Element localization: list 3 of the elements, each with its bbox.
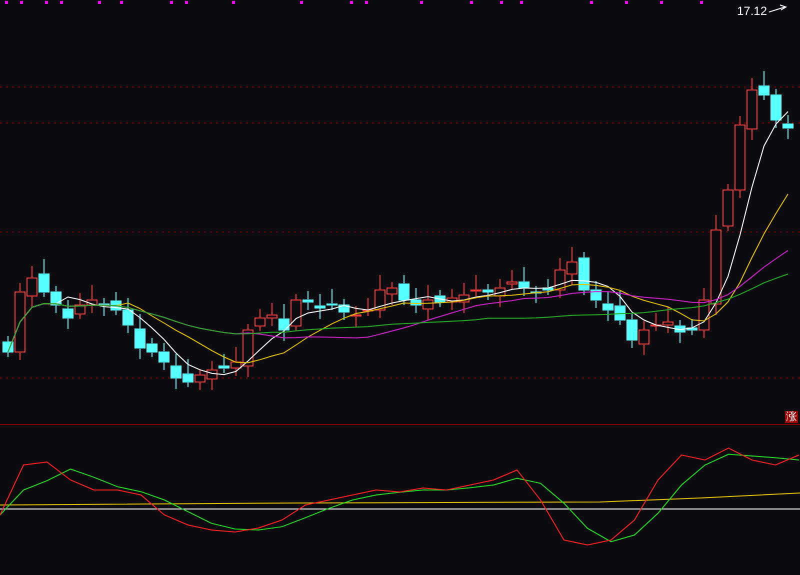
rise-badge: 涨 <box>785 411 798 423</box>
pointer-arrow-icon <box>768 4 788 12</box>
max-price-label: 17.12 <box>736 3 767 20</box>
